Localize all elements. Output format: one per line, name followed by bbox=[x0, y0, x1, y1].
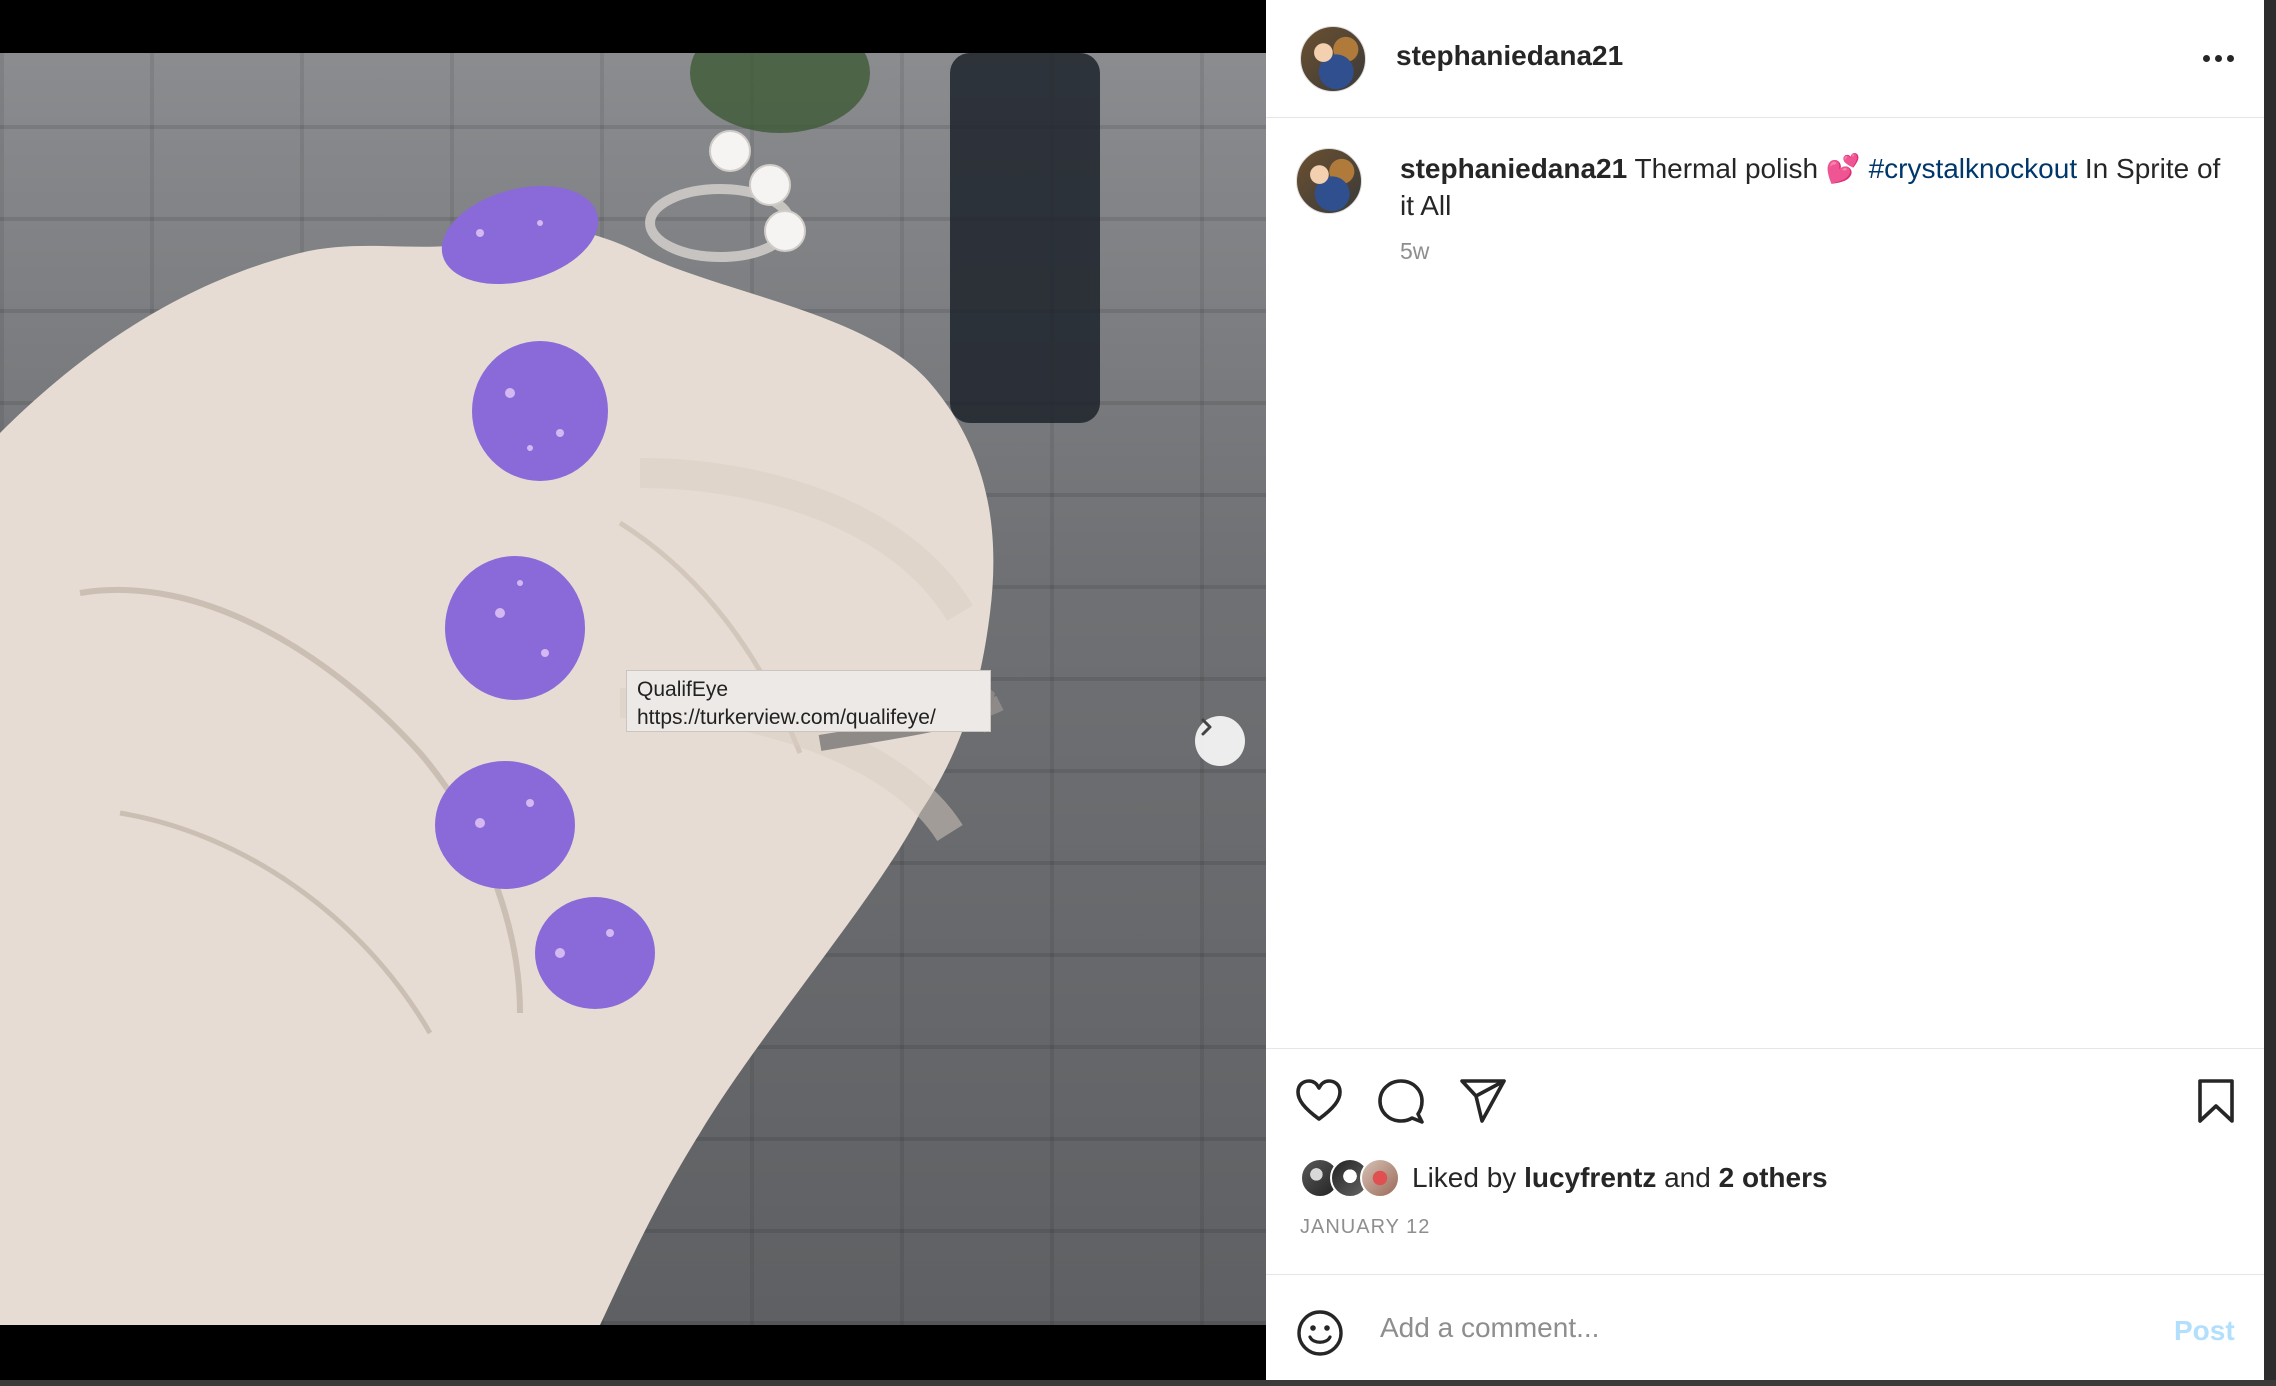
liked-user-link[interactable]: lucyfrentz bbox=[1524, 1162, 1656, 1193]
emoji-icon bbox=[1297, 1310, 1343, 1356]
comment-input[interactable] bbox=[1378, 1311, 2102, 1345]
browser-tooltip: QualifEye https://turkerview.com/qualife… bbox=[626, 670, 991, 732]
likes-text: Liked by lucyfrentz and 2 others bbox=[1412, 1162, 1828, 1194]
comment-bar: Post bbox=[1266, 1274, 2264, 1381]
author-username[interactable]: stephaniedana21 bbox=[1396, 40, 1623, 72]
more-options-icon bbox=[2202, 54, 2210, 62]
post-header: stephaniedana21 bbox=[1266, 0, 2264, 118]
heart-icon bbox=[1296, 1079, 1342, 1121]
caption-emoji: 💕 bbox=[1825, 153, 1861, 184]
bookmark-icon bbox=[2198, 1079, 2234, 1123]
caption-time: 5w bbox=[1400, 238, 1430, 264]
tooltip-title: QualifEye bbox=[637, 678, 729, 701]
tooltip-url: https://turkerview.com/qualifeye/ bbox=[637, 706, 936, 729]
caption-text: Thermal polish bbox=[1634, 153, 1819, 184]
share-icon bbox=[1460, 1079, 1506, 1123]
post-details-panel: stephaniedana21 stephaniedana21 Thermal … bbox=[1266, 0, 2264, 1380]
author-avatar[interactable] bbox=[1300, 26, 1366, 92]
emoji-button[interactable] bbox=[1296, 1309, 1344, 1362]
hashtag-link[interactable]: #crystalknockout bbox=[1869, 153, 2078, 184]
post-date[interactable]: JANUARY 12 bbox=[1300, 1216, 1430, 1239]
post-photo: QualifEye https://turkerview.com/qualife… bbox=[0, 53, 1266, 1325]
save-button[interactable] bbox=[2194, 1076, 2238, 1131]
window-bottom-edge bbox=[0, 1380, 2276, 1386]
liker-avatars[interactable] bbox=[1300, 1158, 1400, 1198]
comment-icon bbox=[1378, 1079, 1424, 1124]
photo-viewer: QualifEye https://turkerview.com/qualife… bbox=[0, 0, 1266, 1380]
like-button[interactable] bbox=[1294, 1076, 1344, 1131]
more-options-button[interactable] bbox=[2194, 40, 2242, 76]
caption-username[interactable]: stephaniedana21 bbox=[1400, 153, 1627, 184]
next-slide-button[interactable] bbox=[1195, 716, 1245, 766]
window-gutter bbox=[2264, 0, 2276, 1386]
chevron-right-icon bbox=[1201, 718, 1212, 736]
comment-button[interactable] bbox=[1376, 1076, 1426, 1131]
actions-divider bbox=[1266, 1048, 2264, 1049]
post-comment-button[interactable]: Post bbox=[2174, 1315, 2235, 1347]
liked-prefix: Liked by bbox=[1412, 1162, 1517, 1193]
liked-and: and bbox=[1664, 1162, 1711, 1193]
share-button[interactable] bbox=[1458, 1076, 1508, 1131]
caption-author-avatar[interactable] bbox=[1296, 148, 1362, 214]
likes-summary: Liked by lucyfrentz and 2 others bbox=[1300, 1158, 1828, 1198]
liked-others-link[interactable]: 2 others bbox=[1719, 1162, 1828, 1193]
post-caption: stephaniedana21 Thermal polish 💕 #crysta… bbox=[1400, 150, 2230, 224]
liker-avatar bbox=[1360, 1158, 1400, 1198]
